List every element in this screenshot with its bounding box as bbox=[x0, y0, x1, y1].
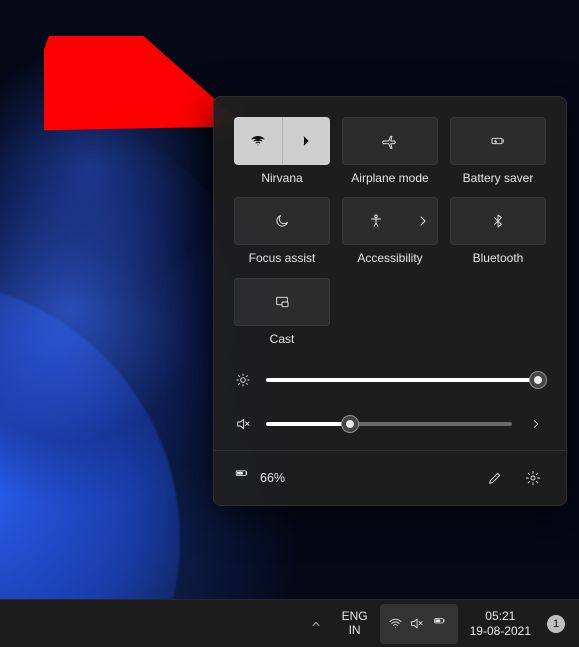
volume-muted-icon bbox=[234, 416, 252, 432]
wifi-tile-label: Nirvana bbox=[261, 171, 302, 185]
moon-icon bbox=[274, 213, 290, 229]
accessibility-toggle[interactable] bbox=[343, 198, 409, 244]
taskbar: ENG IN 05:21 19-08-2021 1 bbox=[0, 599, 579, 647]
brightness-icon bbox=[234, 372, 252, 388]
clock-button[interactable]: 05:21 19-08-2021 bbox=[462, 604, 539, 644]
focus-assist-tile[interactable] bbox=[234, 197, 330, 245]
quick-settings-footer: 66% bbox=[214, 450, 566, 505]
wifi-icon bbox=[250, 133, 266, 149]
accessibility-icon bbox=[368, 213, 384, 229]
airplane-mode-label: Airplane mode bbox=[351, 171, 428, 185]
battery-icon bbox=[430, 617, 450, 630]
bluetooth-label: Bluetooth bbox=[473, 251, 524, 265]
volume-slider[interactable] bbox=[266, 422, 512, 426]
chevron-right-icon bbox=[296, 133, 316, 149]
battery-saver-label: Battery saver bbox=[463, 171, 534, 185]
cast-label: Cast bbox=[270, 332, 295, 346]
airplane-icon bbox=[382, 133, 398, 149]
cast-icon bbox=[274, 294, 290, 310]
battery-percentage: 66% bbox=[260, 471, 285, 485]
notification-count-badge: 1 bbox=[547, 615, 565, 633]
volume-slider-row bbox=[234, 416, 546, 432]
bluetooth-tile[interactable] bbox=[450, 197, 546, 245]
clock-date: 19-08-2021 bbox=[470, 624, 531, 638]
system-tray-button[interactable] bbox=[380, 604, 458, 644]
focus-assist-label: Focus assist bbox=[249, 251, 316, 265]
language-switcher[interactable]: ENG IN bbox=[334, 604, 376, 644]
brightness-slider[interactable] bbox=[266, 378, 546, 382]
volume-muted-icon bbox=[409, 616, 424, 631]
tray-overflow-button[interactable] bbox=[302, 604, 330, 644]
battery-status-icon bbox=[232, 469, 252, 488]
gear-icon bbox=[525, 470, 541, 486]
accessibility-expand[interactable] bbox=[409, 198, 437, 244]
accessibility-tile[interactable] bbox=[342, 197, 438, 245]
edit-quick-settings-button[interactable] bbox=[480, 463, 510, 493]
wifi-expand[interactable] bbox=[282, 118, 330, 164]
volume-output-expand[interactable] bbox=[526, 417, 546, 431]
quick-settings-panel: Nirvana Airplane mode Battery saver Focu… bbox=[213, 96, 567, 506]
wifi-icon bbox=[388, 616, 403, 631]
language-top: ENG bbox=[342, 610, 368, 624]
brightness-slider-row bbox=[234, 372, 546, 388]
clock-time: 05:21 bbox=[485, 609, 515, 623]
battery-saver-icon bbox=[490, 133, 506, 149]
quick-settings-tiles: Nirvana Airplane mode Battery saver Focu… bbox=[234, 117, 546, 346]
chevron-up-icon bbox=[310, 618, 322, 630]
wifi-tile[interactable] bbox=[234, 117, 330, 165]
pencil-icon bbox=[487, 470, 503, 486]
settings-button[interactable] bbox=[518, 463, 548, 493]
accessibility-label: Accessibility bbox=[357, 251, 422, 265]
language-bottom: IN bbox=[349, 624, 361, 638]
notifications-button[interactable]: 1 bbox=[543, 604, 569, 644]
airplane-mode-tile[interactable] bbox=[342, 117, 438, 165]
chevron-right-icon bbox=[413, 213, 433, 229]
cast-tile[interactable] bbox=[234, 278, 330, 326]
wifi-toggle[interactable] bbox=[235, 118, 282, 164]
battery-saver-tile[interactable] bbox=[450, 117, 546, 165]
bluetooth-icon bbox=[490, 213, 506, 229]
